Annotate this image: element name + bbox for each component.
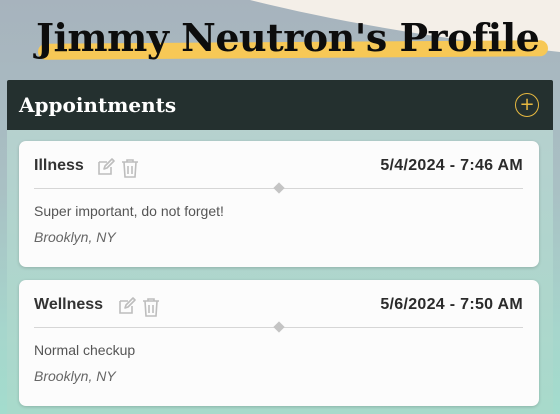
edit-icon[interactable] <box>96 157 116 179</box>
appointment-description: Super important, do not forget! <box>34 203 224 219</box>
add-appointment-button[interactable]: + <box>515 93 539 117</box>
appointment-card: Wellness 5/6/2024 - 7:50 AM Normal check… <box>19 280 539 406</box>
appointment-location: Brooklyn, NY <box>34 368 116 384</box>
appointment-date: 5/6/2024 - 7:50 AM <box>380 296 523 313</box>
trash-icon[interactable] <box>141 296 161 318</box>
page-header: Jimmy Neutron's Profile <box>0 0 560 80</box>
appointment-description: Normal checkup <box>34 342 136 358</box>
appointment-location: Brooklyn, NY <box>34 229 116 245</box>
edit-icon[interactable] <box>117 296 137 318</box>
plus-icon: + <box>519 94 535 115</box>
appointment-type: Illness <box>34 157 84 174</box>
divider-diamond-icon <box>273 321 285 333</box>
divider-diamond-icon <box>273 182 285 194</box>
appointments-title: Appointments <box>19 93 177 117</box>
appointment-date: 5/4/2024 - 7:46 AM <box>380 157 523 174</box>
appointment-card: Illness 5/4/2024 - 7:46 AM Super importa… <box>19 141 539 267</box>
page-title: Jimmy Neutron's Profile <box>36 15 540 60</box>
appointment-type: Wellness <box>34 296 104 313</box>
trash-icon[interactable] <box>120 157 140 179</box>
appointments-header: Appointments + <box>7 80 553 130</box>
appointments-panel: Appointments + Illness 5/4/2024 - 7:46 A… <box>7 80 553 414</box>
